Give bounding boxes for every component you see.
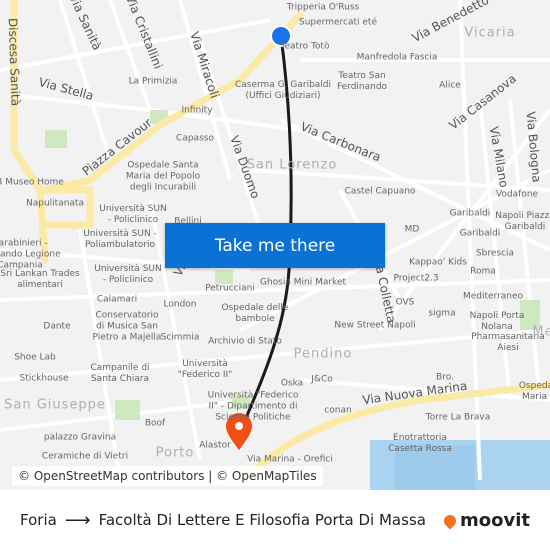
origin-name: Foria xyxy=(20,511,57,529)
poi-label: Napulitanata xyxy=(26,198,84,209)
map-attribution[interactable]: © OpenStreetMap contributors | © OpenMap… xyxy=(12,466,323,486)
district-label: San Giuseppe xyxy=(4,397,106,413)
poi-label: Ospedale Santa Maria del Popolo degli In… xyxy=(125,160,201,193)
poi-label: Garibaldi xyxy=(459,228,501,239)
poi-label: Napoli Piazza Garibaldi xyxy=(495,211,550,232)
poi-label: Stickhouse xyxy=(19,373,69,384)
moovit-pin-icon xyxy=(441,512,459,529)
poi-label: Ospedale Maria di xyxy=(518,381,550,402)
poi-label: Oska xyxy=(280,378,304,389)
poi-label: Teatro San Ferdinando xyxy=(336,71,388,92)
poi-label: Vodafone xyxy=(495,189,539,200)
poi-label: Napoli Porta Nolana xyxy=(469,311,525,332)
poi-label: Shoe Lab xyxy=(14,352,56,363)
poi-label: MD xyxy=(404,224,420,235)
poi-label: palazzo Gravina xyxy=(43,432,117,443)
district-label: Porto xyxy=(155,445,195,461)
poi-label: Campanile di Santa Chiara xyxy=(90,363,150,384)
poi-label: La Primizia xyxy=(128,76,178,87)
poi-label: OVS xyxy=(395,297,415,308)
poi-label: New Street Napoli xyxy=(334,320,416,331)
poi-label: Scimmia xyxy=(160,332,200,343)
poi-label: Università SUN - Policlinico xyxy=(94,264,162,285)
map[interactable]: Tripperia O'Russ Supermercati eté Teatro T… xyxy=(0,0,550,490)
poi-label: Capasso xyxy=(176,133,214,144)
poi-label: sigma xyxy=(428,308,456,319)
poi-label: Project2.3 xyxy=(393,273,439,284)
poi-label: Ghosia Mini Market xyxy=(259,277,347,288)
poi-label: Supermercati eté xyxy=(299,17,377,28)
poi-label: Sri Lankan Trades alimentari xyxy=(0,269,80,290)
poi-label: Torre La Brava xyxy=(425,412,491,423)
take-me-there-button[interactable]: Take me there xyxy=(165,223,385,268)
poi-label: Mediterraneo xyxy=(462,291,524,302)
poi-label: conan xyxy=(324,405,352,416)
poi-label: Calamari xyxy=(96,294,138,305)
poi-label: Università "Federico II" xyxy=(177,359,233,380)
poi-label: Manfredola Fascia xyxy=(356,52,438,63)
poi-label: Università SUN - Policlinico xyxy=(99,204,167,225)
poi-label: Via Marina - Orefici xyxy=(247,454,333,465)
poi-label: Alice xyxy=(439,80,461,91)
destination-name: Facoltà Di Lettere E Filosofia Porta Di … xyxy=(98,511,426,529)
poi-label: Enotrattoria Casetta Rossa xyxy=(388,433,452,454)
poi-label: Carabinieri - Comando Legione Campania xyxy=(0,238,61,271)
poi-label: Sbrescia xyxy=(475,248,515,259)
brand-name: moovit xyxy=(460,510,530,531)
poi-label: Ospedale delle bambole xyxy=(221,303,289,324)
poi-label: Ceramiche di Vietri xyxy=(41,451,129,462)
moovit-logo: moovit xyxy=(441,510,530,531)
poi-label: Petrucciani xyxy=(205,283,255,294)
poi-label: Kappao' Kids xyxy=(409,257,467,268)
poi-label: Università "Federico II" - Dipartimento … xyxy=(207,390,299,423)
poi-label: B Museo Home xyxy=(0,177,64,188)
poi-label: Dante xyxy=(43,321,71,332)
route-footer: Foria ⟶ Facoltà Di Lettere E Filosofia P… xyxy=(0,490,550,550)
poi-label: London xyxy=(163,299,197,310)
poi-label: Boof xyxy=(144,418,166,429)
poi-label: Castel Capuano xyxy=(344,186,416,197)
district-label: San Lorenzo xyxy=(246,157,338,173)
arrow-right-icon: ⟶ xyxy=(64,509,91,531)
district-label: Me xyxy=(532,324,550,340)
district-label: Vicaria xyxy=(464,25,516,41)
poi-label: Conservatorio di Musica San Pietro a Maj… xyxy=(92,310,162,343)
poi-label: Roma xyxy=(470,266,496,277)
poi-label: Università SUN - Poliambulatorio xyxy=(83,229,157,250)
district-label: Pendino xyxy=(293,346,353,362)
poi-label: Infinity xyxy=(181,105,213,116)
poi-label: Archivio di Stato xyxy=(208,336,282,347)
poi-label: Tripperia O'Russ xyxy=(286,2,360,13)
poi-label: J&Co xyxy=(311,374,333,385)
poi-label: Caserma G. Garibaldi (Uffici Giudiziari) xyxy=(234,80,332,101)
poi-label: Teatro Totò xyxy=(280,41,330,52)
poi-label: Garibaldi xyxy=(449,208,491,219)
poi-label: Alastor xyxy=(199,440,231,451)
